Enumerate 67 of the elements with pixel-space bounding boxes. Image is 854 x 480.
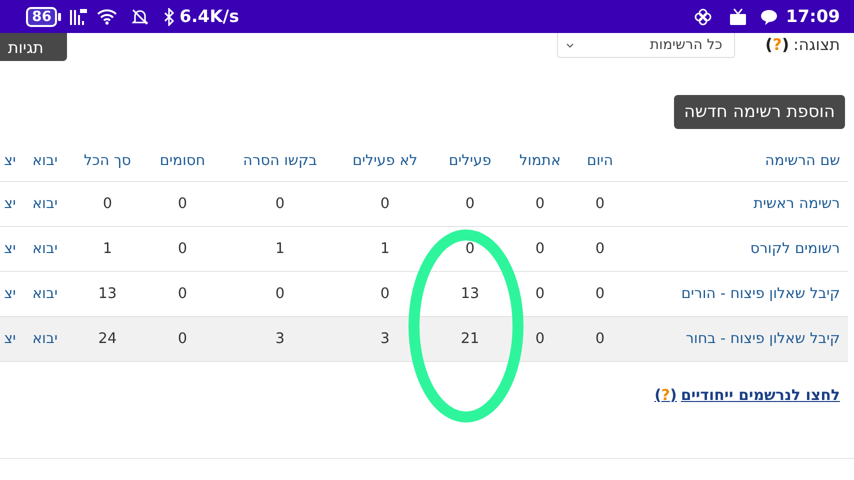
column-header[interactable]: סך הכל <box>70 141 145 181</box>
battery-level: 86 <box>26 6 58 26</box>
column-header[interactable]: יצ <box>0 141 20 181</box>
table-cell: 0 <box>535 196 545 212</box>
battery-tip-icon <box>58 12 62 20</box>
table-cell: 0 <box>535 241 545 257</box>
list-name-link[interactable]: קיבל שאלון פיצוח - הורים <box>681 286 840 302</box>
view-label: תצוגה: <box>793 35 840 54</box>
column-header[interactable]: לא פעילים <box>340 141 430 181</box>
table-cell: 0 <box>595 196 605 212</box>
list-name-link[interactable]: רשימה ראשית <box>753 196 840 212</box>
table-cell: 13 <box>98 286 117 302</box>
table-cell: 0 <box>178 286 188 302</box>
table-cell: 0 <box>178 241 188 257</box>
import-link[interactable]: יבוא <box>32 331 58 347</box>
column-header[interactable]: בקשו הסרה <box>220 141 340 181</box>
bluetooth-icon <box>163 8 176 26</box>
import-link[interactable]: יבוא <box>32 286 58 302</box>
column-header[interactable]: חסומים <box>145 141 220 181</box>
chevron-icon <box>566 42 574 48</box>
table-cell: 0 <box>275 196 285 212</box>
signal-icon <box>69 6 90 26</box>
column-header[interactable]: אתמול <box>510 141 570 181</box>
table-cell: 0 <box>380 286 390 302</box>
table-cell: 13 <box>460 286 480 302</box>
column-header[interactable]: שם הרשימה <box>630 141 848 181</box>
table-cell: 0 <box>465 196 475 212</box>
table-cell: 0 <box>380 196 390 212</box>
table-cell: 1 <box>275 241 285 257</box>
table-cell: 24 <box>98 331 117 347</box>
chat-icon <box>760 8 778 26</box>
table-cell: 0 <box>465 241 475 257</box>
wifi-icon <box>97 8 118 24</box>
table-cell: 21 <box>460 331 480 347</box>
import-link[interactable]: יבוא <box>32 196 58 212</box>
view-select[interactable]: כל הרשימות <box>557 33 736 58</box>
column-header[interactable]: היום <box>570 141 630 181</box>
table-cell: 0 <box>595 241 605 257</box>
help-icon[interactable]: (?) <box>654 386 677 404</box>
clock: 17:09 <box>786 6 840 26</box>
table-cell: 0 <box>178 196 188 212</box>
unique-subscribers-link[interactable]: לחצו לנרשמים ייחודיים <box>680 386 840 404</box>
import-link[interactable]: יצ <box>4 241 16 257</box>
table-cell: 0 <box>275 286 285 302</box>
tags-button[interactable]: תגיות <box>0 33 67 61</box>
table-cell: 0 <box>178 331 188 347</box>
table-cell: 0 <box>102 196 112 212</box>
tv-icon <box>728 8 748 26</box>
import-link[interactable]: יצ <box>4 286 16 302</box>
import-link[interactable]: יצ <box>4 196 16 212</box>
add-list-button[interactable]: הוספת רשימה חדשה <box>674 95 845 129</box>
help-icon[interactable]: (?) <box>765 35 790 54</box>
list-name-link[interactable]: רשומים לקורס <box>750 241 840 257</box>
table-cell: 3 <box>380 331 390 347</box>
table-cell: 3 <box>275 331 285 347</box>
column-header[interactable]: פעילים <box>430 141 510 181</box>
column-header[interactable]: יבוא <box>20 141 70 181</box>
table-cell: 0 <box>595 286 605 302</box>
table-cell: 0 <box>535 286 545 302</box>
table-cell: 1 <box>102 241 112 257</box>
pinwheel-icon <box>694 8 712 26</box>
table-cell: 0 <box>595 331 605 347</box>
bell-off-icon <box>131 8 150 26</box>
network-speed: 6.4K/s <box>179 6 240 26</box>
import-link[interactable]: יבוא <box>32 241 58 257</box>
table-cell: 1 <box>380 241 390 257</box>
table-cell: 0 <box>535 331 545 347</box>
